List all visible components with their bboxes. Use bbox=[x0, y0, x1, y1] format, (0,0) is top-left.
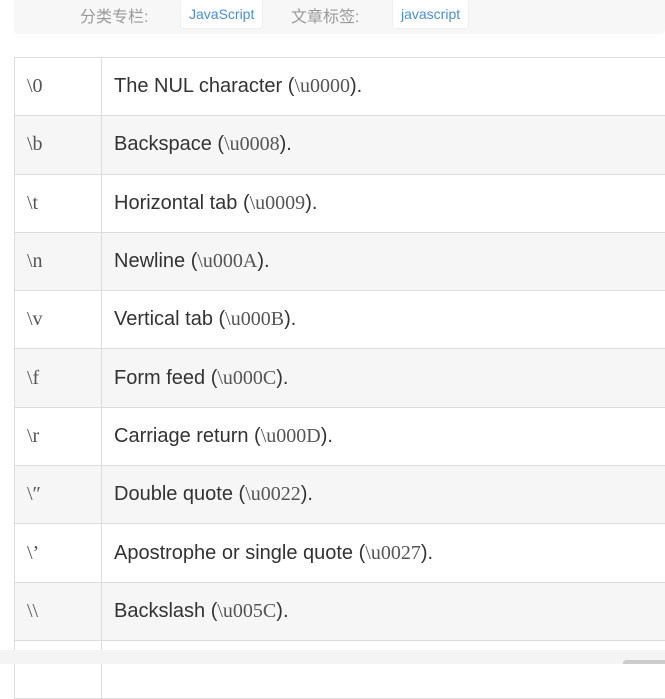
bottom-bar bbox=[0, 650, 665, 664]
table-row: \0 The NUL character (\u0000). bbox=[15, 58, 665, 116]
description-end: ). bbox=[350, 75, 362, 97]
table-row: \b Backspace (\u0008). bbox=[15, 116, 665, 174]
table-row: \″ Double quote (\u0022). bbox=[15, 466, 665, 524]
description-text: Horizontal tab ( bbox=[114, 192, 250, 214]
escape-code: \f bbox=[15, 349, 102, 407]
escape-code: \’ bbox=[15, 524, 102, 582]
unicode-code: \u0022 bbox=[245, 483, 301, 505]
tags-label: 文章标签: bbox=[291, 3, 359, 27]
unicode-code: \u000B bbox=[225, 308, 284, 330]
category-tag-link[interactable]: JavaScript bbox=[180, 0, 263, 29]
scrollbar[interactable] bbox=[623, 660, 665, 664]
escape-code: \\ bbox=[15, 582, 102, 640]
table-row: \n Newline (\u000A). bbox=[15, 232, 665, 290]
description-text: Vertical tab ( bbox=[114, 308, 225, 330]
unicode-code: \u0008 bbox=[224, 133, 280, 155]
description-end: ). bbox=[276, 367, 288, 389]
description-cell: Double quote (\u0022). bbox=[102, 466, 665, 524]
table-row: \\ Backslash (\u005C). bbox=[15, 582, 665, 640]
article-meta-bar: 分类专栏: JavaScript 文章标签: javascript bbox=[14, 0, 665, 34]
table-row: \’ Apostrophe or single quote (\u0027). bbox=[15, 524, 665, 582]
description-cell: Carriage return (\u000D). bbox=[102, 407, 665, 465]
unicode-code: \u000A bbox=[197, 250, 257, 272]
unicode-code: \u0027 bbox=[365, 542, 421, 564]
description-cell: The NUL character (\u0000). bbox=[102, 58, 665, 116]
description-text: Newline ( bbox=[114, 250, 197, 272]
description-end: ). bbox=[257, 250, 269, 272]
description-end: ). bbox=[276, 600, 288, 622]
table-row: \t Horizontal tab (\u0009). bbox=[15, 174, 665, 232]
category-label: 分类专栏: bbox=[80, 3, 148, 27]
escape-code: \″ bbox=[15, 466, 102, 524]
description-cell: Form feed (\u000C). bbox=[102, 349, 665, 407]
escape-code: \n bbox=[15, 232, 102, 290]
description-text: Carriage return ( bbox=[114, 425, 261, 447]
description-text: Apostrophe or single quote ( bbox=[114, 542, 365, 564]
description-cell: Apostrophe or single quote (\u0027). bbox=[102, 524, 665, 582]
description-end: ). bbox=[321, 425, 333, 447]
description-cell: Backspace (\u0008). bbox=[102, 116, 665, 174]
description-cell: Newline (\u000A). bbox=[102, 232, 665, 290]
unicode-code: \u000D bbox=[261, 425, 321, 447]
description-text: Backslash ( bbox=[114, 600, 217, 622]
description-cell: Backslash (\u005C). bbox=[102, 582, 665, 640]
unicode-code: \u0009 bbox=[250, 192, 306, 214]
unicode-code: \u000C bbox=[217, 367, 276, 389]
description-end: ). bbox=[280, 133, 292, 155]
escape-code: \v bbox=[15, 291, 102, 349]
description-cell: Horizontal tab (\u0009). bbox=[102, 174, 665, 232]
description-text: Form feed ( bbox=[114, 367, 217, 389]
description-text: The NUL character ( bbox=[114, 75, 294, 97]
description-cell: Vertical tab (\u000B). bbox=[102, 291, 665, 349]
unicode-code: \u0000 bbox=[294, 75, 350, 97]
description-end: ). bbox=[284, 308, 296, 330]
escape-sequence-table: \0 The NUL character (\u0000).\b Backspa… bbox=[14, 57, 665, 699]
table-row: \f Form feed (\u000C). bbox=[15, 349, 665, 407]
article-tag-link[interactable]: javascript bbox=[392, 0, 469, 29]
description-end: ). bbox=[305, 192, 317, 214]
description-text: Backspace ( bbox=[114, 133, 224, 155]
escape-code: \0 bbox=[15, 58, 102, 116]
escape-code: \b bbox=[15, 116, 102, 174]
description-text: Double quote ( bbox=[114, 483, 245, 505]
escape-code: \t bbox=[15, 174, 102, 232]
description-end: ). bbox=[301, 483, 313, 505]
description-end: ). bbox=[421, 542, 433, 564]
unicode-code: \u005C bbox=[217, 600, 276, 622]
table-row: \r Carriage return (\u000D). bbox=[15, 407, 665, 465]
escape-code: \r bbox=[15, 407, 102, 465]
table-row: \v Vertical tab (\u000B). bbox=[15, 291, 665, 349]
